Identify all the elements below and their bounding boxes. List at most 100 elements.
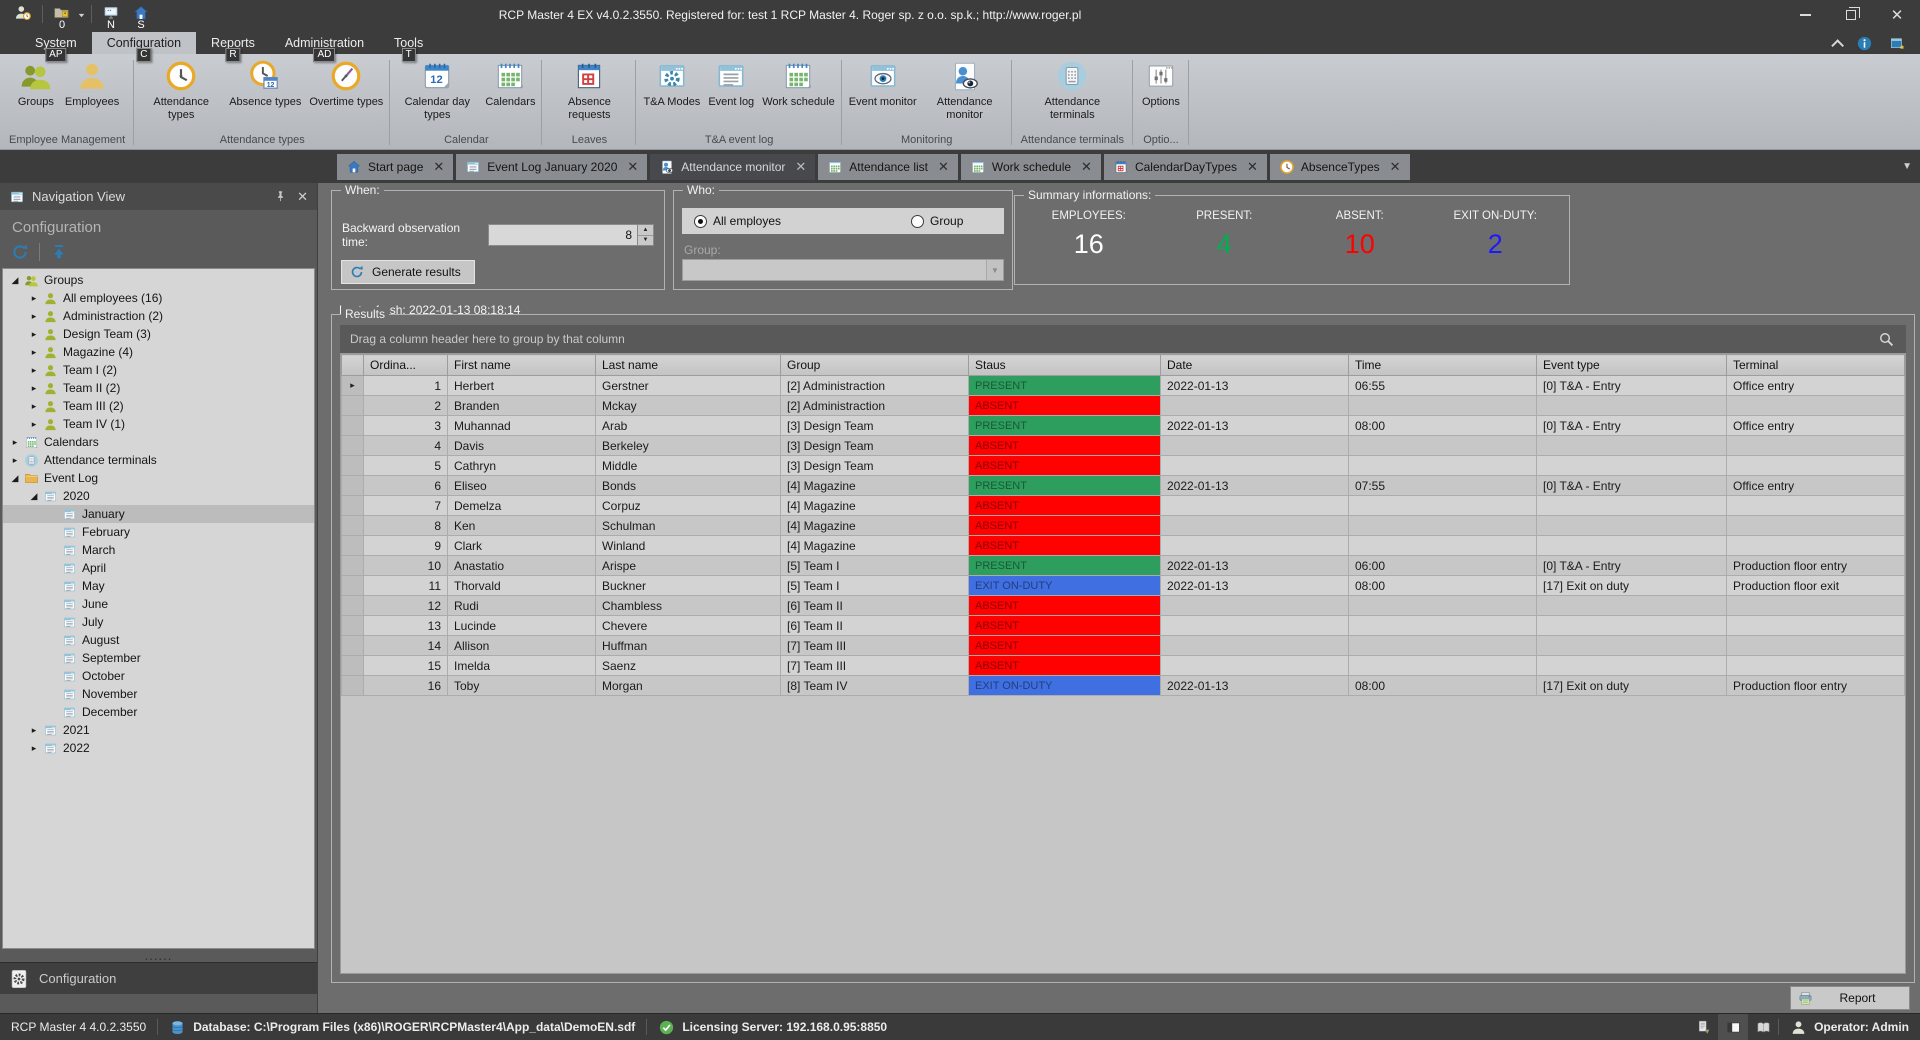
ribbon-button-attendance-terminals[interactable]: Attendance terminals: [1028, 57, 1116, 122]
ribbon-button-overtime-types[interactable]: Overtime types: [305, 57, 387, 109]
info-icon[interactable]: [1856, 35, 1873, 52]
tab-absencetypes[interactable]: AbsenceTypes✕: [1270, 154, 1410, 180]
tree-expander-icon[interactable]: ▸: [28, 329, 40, 340]
tree-item-august[interactable]: August: [3, 631, 314, 649]
ribbon-button-attendance-types[interactable]: Attendance types: [137, 57, 225, 122]
tab-close-icon[interactable]: ✕: [1390, 159, 1401, 175]
tree-item-groups[interactable]: ◢Groups: [3, 271, 314, 289]
table-row[interactable]: 8KenSchulman[4] MagazineABSENT: [342, 516, 1905, 536]
tab-event-log-january-2020[interactable]: Event Log January 2020✕: [456, 154, 647, 180]
ribbon-button-event-log[interactable]: Event log: [704, 57, 758, 109]
spinner-down-icon[interactable]: ▼: [638, 235, 653, 246]
search-icon[interactable]: [1877, 330, 1896, 349]
table-row[interactable]: 12RudiChambless[6] Team IIABSENT: [342, 596, 1905, 616]
radio-group[interactable]: Group: [911, 214, 963, 228]
tree-item-administraction-2[interactable]: ▸Administraction (2): [3, 307, 314, 325]
generate-results-button[interactable]: Generate results: [340, 259, 476, 285]
ribbon-tab-configuration[interactable]: ConfigurationC: [92, 32, 196, 54]
column-header-terminal[interactable]: Terminal: [1727, 355, 1905, 376]
tree-expander-icon[interactable]: ▸: [28, 725, 40, 736]
ribbon-button-calendar-day-types[interactable]: Calendar day types: [393, 57, 481, 122]
tree-expander-icon[interactable]: ◢: [9, 473, 21, 484]
tree-item-february[interactable]: February: [3, 523, 314, 541]
ribbon-button-t-a-modes[interactable]: T&A Modes: [639, 57, 704, 109]
table-row[interactable]: 14AllisonHuffman[7] Team IIIABSENT: [342, 636, 1905, 656]
tree-expander-icon[interactable]: ▸: [28, 743, 40, 754]
table-row[interactable]: 5CathrynMiddle[3] Design TeamABSENT: [342, 456, 1905, 476]
tree-item-march[interactable]: March: [3, 541, 314, 559]
tree-expander-icon[interactable]: ▸: [28, 401, 40, 412]
column-header-staus[interactable]: Staus: [969, 355, 1161, 376]
panel-close-icon[interactable]: ✕: [297, 189, 308, 205]
operator-quick-button[interactable]: [8, 2, 38, 32]
collapse-ribbon-icon[interactable]: [1831, 39, 1844, 52]
ribbon-button-options[interactable]: Options: [1136, 57, 1186, 109]
ribbon-tab-tools[interactable]: ToolsT: [379, 32, 438, 54]
tree-item-july[interactable]: July: [3, 613, 314, 631]
table-row[interactable]: 13LucindeChevere[6] Team IIABSENT: [342, 616, 1905, 636]
table-row[interactable]: ▸1HerbertGerstner[2] AdministractionPRES…: [342, 376, 1905, 396]
table-row[interactable]: 15ImeldaSaenz[7] Team IIIABSENT: [342, 656, 1905, 676]
tree-item-june[interactable]: June: [3, 595, 314, 613]
column-header-ordina[interactable]: Ordina...: [364, 355, 448, 376]
tree-item-may[interactable]: May: [3, 577, 314, 595]
tree-expander-icon[interactable]: ▸: [9, 437, 21, 448]
tab-attendance-list[interactable]: Attendance list✕: [818, 154, 958, 180]
tab-list-caret[interactable]: ▼: [1902, 161, 1912, 172]
table-row[interactable]: 3MuhannadArab[3] Design TeamPRESENT2022-…: [342, 416, 1905, 436]
ribbon-button-work-schedule[interactable]: Work schedule: [758, 57, 839, 109]
tree-expander-icon[interactable]: ▸: [28, 365, 40, 376]
tree-item-team-iv-1[interactable]: ▸Team IV (1): [3, 415, 314, 433]
collapse-all-icon[interactable]: [49, 242, 69, 262]
winstar-icon[interactable]: [1889, 35, 1906, 52]
tree-item-team-iii-2[interactable]: ▸Team III (2): [3, 397, 314, 415]
table-row[interactable]: 7DemelzaCorpuz[4] MagazineABSENT: [342, 496, 1905, 516]
tree-item-2021[interactable]: ▸2021: [3, 721, 314, 739]
column-header-first-name[interactable]: First name: [448, 355, 596, 376]
tab-work-schedule[interactable]: Work schedule✕: [961, 154, 1101, 180]
tree-expander-icon[interactable]: ▸: [28, 419, 40, 430]
table-row[interactable]: 11ThorvaldBuckner[5] Team IEXIT ON-DUTY2…: [342, 576, 1905, 596]
table-row[interactable]: 10AnastatioArispe[5] Team IPRESENT2022-0…: [342, 556, 1905, 576]
tab-close-icon[interactable]: ✕: [938, 159, 949, 175]
ribbon-button-attendance-monitor[interactable]: Attendance monitor: [921, 57, 1009, 122]
tree-item-magazine-4[interactable]: ▸Magazine (4): [3, 343, 314, 361]
radio-all-employees[interactable]: All employes: [694, 214, 781, 228]
tab-close-icon[interactable]: ✕: [433, 159, 444, 175]
tree-expander-icon[interactable]: ◢: [28, 491, 40, 502]
tree-item-all-employees-16[interactable]: ▸All employees (16): [3, 289, 314, 307]
tree-item-2020[interactable]: ◢2020: [3, 487, 314, 505]
tab-close-icon[interactable]: ✕: [1247, 159, 1258, 175]
ribbon-tab-administration[interactable]: AdministrationAD: [270, 32, 379, 54]
report-button[interactable]: Report: [1790, 986, 1910, 1010]
spinner-up-icon[interactable]: ▲: [638, 225, 653, 235]
ribbon-button-employees[interactable]: Employees: [61, 57, 123, 109]
refresh-icon[interactable]: [10, 242, 30, 262]
tree-expander-icon[interactable]: ▸: [28, 293, 40, 304]
ribbon-tab-reports[interactable]: ReportsR: [196, 32, 270, 54]
tree-expander-icon[interactable]: ▸: [28, 347, 40, 358]
table-row[interactable]: 16TobyMorgan[8] Team IVEXIT ON-DUTY2022-…: [342, 676, 1905, 696]
column-header-date[interactable]: Date: [1161, 355, 1349, 376]
tree-item-team-i-2[interactable]: ▸Team I (2): [3, 361, 314, 379]
tree-item-event-log[interactable]: ◢Event Log: [3, 469, 314, 487]
ribbon-button-event-monitor[interactable]: Event monitor: [845, 57, 921, 109]
panel-splitter[interactable]: ......: [0, 949, 317, 962]
tree-item-october[interactable]: October: [3, 667, 314, 685]
book-view-icon[interactable]: [1748, 1014, 1778, 1040]
tree-item-january[interactable]: January: [3, 505, 314, 523]
tab-start-page[interactable]: Start page✕: [337, 154, 453, 180]
tree-expander-icon[interactable]: ▸: [28, 383, 40, 394]
minimize-button[interactable]: [1782, 0, 1828, 30]
table-row[interactable]: 2BrandenMckay[2] AdministractionABSENT: [342, 396, 1905, 416]
group-select-dropdown[interactable]: ▼: [682, 259, 1004, 281]
tree-item-team-ii-2[interactable]: ▸Team II (2): [3, 379, 314, 397]
table-row[interactable]: 6EliseoBonds[4] MagazinePRESENT2022-01-1…: [342, 476, 1905, 496]
tree-expander-icon[interactable]: ▸: [9, 455, 21, 466]
table-row[interactable]: 9ClarkWinland[4] MagazineABSENT: [342, 536, 1905, 556]
ribbon-button-absence-types[interactable]: Absence types: [225, 57, 305, 109]
home-quick-button[interactable]: S: [126, 2, 156, 32]
tree-item-2022[interactable]: ▸2022: [3, 739, 314, 757]
tree-item-december[interactable]: December: [3, 703, 314, 721]
database-quick-button[interactable]: 0: [47, 2, 77, 32]
